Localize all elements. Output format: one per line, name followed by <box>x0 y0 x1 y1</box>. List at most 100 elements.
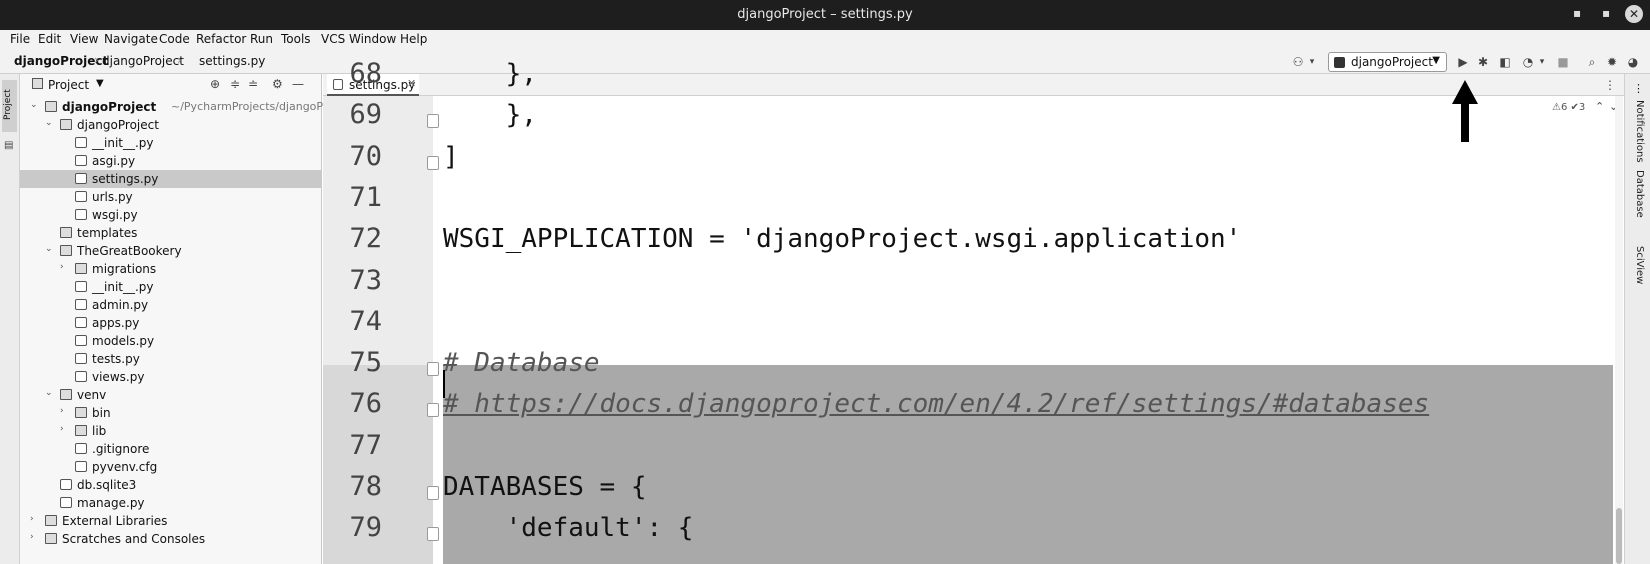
tree-item[interactable]: templates <box>20 224 322 242</box>
minimize-button[interactable]: ▪ <box>1573 6 1581 20</box>
tree-item[interactable]: pyvenv.cfg <box>20 458 322 476</box>
stop-icon[interactable]: ■ <box>1555 54 1571 70</box>
tree-item-label: apps.py <box>92 316 140 330</box>
menu-file[interactable]: File <box>10 32 30 46</box>
menu-code[interactable]: Code <box>159 32 190 46</box>
close-tab-icon[interactable]: ✕ <box>407 77 416 90</box>
menu-tools[interactable]: Tools <box>281 32 311 46</box>
file-icon <box>75 461 87 472</box>
settings-icon[interactable]: ✹ <box>1604 54 1620 70</box>
line-number: 75 <box>349 347 382 378</box>
tree-item[interactable]: › Scratches and Consoles <box>20 530 322 548</box>
chevron-right-icon[interactable]: › <box>60 406 64 416</box>
code-link[interactable]: # https://docs.djangoproject.com/en/4.2/… <box>443 389 1429 419</box>
collapse-all-icon[interactable]: ≐ <box>248 77 258 91</box>
chevron-right-icon[interactable]: › <box>30 514 34 524</box>
plugin-icon[interactable]: ◕ <box>1625 54 1641 70</box>
tree-item[interactable]: › migrations <box>20 260 322 278</box>
file-icon <box>75 317 87 328</box>
chevron-down-icon[interactable]: ⌄ <box>45 388 53 398</box>
menu-edit[interactable]: Edit <box>38 32 61 46</box>
editor-scrollbar[interactable] <box>1615 96 1623 564</box>
menu-refactor[interactable]: Refactor <box>196 32 246 46</box>
tree-item[interactable]: › lib <box>20 422 322 440</box>
tree-item[interactable]: asgi.py <box>20 152 322 170</box>
gear-icon[interactable]: ⚙ <box>272 77 283 91</box>
tree-item-label: Scratches and Consoles <box>62 532 206 546</box>
database-tool-tab[interactable]: Database <box>1634 170 1645 218</box>
chevron-up-icon[interactable]: ⌃ <box>1595 100 1604 113</box>
chevron-down-icon: ▼ <box>1432 55 1440 66</box>
breadcrumb-package[interactable]: djangoProject <box>102 54 184 68</box>
chevron-down-icon[interactable]: ⌄ <box>45 118 53 128</box>
chevron-right-icon[interactable]: › <box>60 262 64 272</box>
window-title: djangoProject – settings.py <box>737 7 913 22</box>
more-icon[interactable]: ⋮ <box>1633 82 1644 95</box>
menu-help[interactable]: Help <box>400 32 427 46</box>
tree-item[interactable]: __init__.py <box>20 278 322 296</box>
expand-all-icon[interactable]: ≑ <box>230 77 240 91</box>
run-icon[interactable]: ▶ <box>1455 54 1471 70</box>
menu-view[interactable]: View <box>70 32 98 46</box>
project-tool-tab[interactable]: Project <box>2 80 17 132</box>
breadcrumb-file[interactable]: settings.py <box>199 54 265 68</box>
code-line: }, <box>443 100 537 130</box>
tree-item-label: db.sqlite3 <box>77 478 137 492</box>
chevron-down-icon[interactable]: ▾ <box>1304 54 1320 70</box>
fold-marker-icon[interactable] <box>427 114 439 128</box>
hide-icon[interactable]: — <box>292 77 304 91</box>
fold-marker-icon[interactable] <box>427 403 439 417</box>
coverage-icon[interactable]: ◧ <box>1497 54 1513 70</box>
tree-item[interactable]: admin.py <box>20 296 322 314</box>
chevron-down-icon[interactable]: ▼ <box>96 78 104 89</box>
tree-item[interactable]: db.sqlite3 <box>20 476 322 494</box>
tree-item[interactable]: ⌄ TheGreatBookery <box>20 242 322 260</box>
fold-marker-icon[interactable] <box>427 156 439 170</box>
debug-icon[interactable]: ✱ <box>1475 54 1491 70</box>
tree-item[interactable]: › External Libraries <box>20 512 322 530</box>
fold-marker-icon[interactable] <box>427 527 439 541</box>
menu-navigate[interactable]: Navigate <box>104 32 158 46</box>
chevron-down-icon[interactable]: ⌄ <box>45 244 53 254</box>
text-caret <box>443 370 445 398</box>
close-button[interactable]: ✕ <box>1625 5 1643 23</box>
tree-item[interactable]: __init__.py <box>20 134 322 152</box>
more-icon[interactable]: ⋮ <box>1604 78 1616 92</box>
locate-icon[interactable]: ⊕ <box>210 77 220 91</box>
chevron-down-icon[interactable]: ▾ <box>1534 54 1550 70</box>
project-panel-title[interactable]: Project <box>48 78 89 92</box>
tree-item[interactable]: tests.py <box>20 350 322 368</box>
tree-item[interactable]: settings.py <box>20 170 322 188</box>
fold-marker-icon[interactable] <box>427 486 439 500</box>
sciview-tool-tab[interactable]: SciView <box>1634 246 1645 284</box>
folder-icon <box>32 78 43 89</box>
tree-item[interactable]: ⌄ djangoProject ~/PycharmProjects/djangoPr… <box>20 98 354 116</box>
bookmarks-icon[interactable]: ▤ <box>4 140 13 151</box>
scrollbar-thumb[interactable] <box>1616 508 1622 564</box>
menu-window[interactable]: Window <box>349 32 396 46</box>
tree-item[interactable]: ⌄ djangoProject <box>20 116 322 134</box>
tree-item[interactable]: wsgi.py <box>20 206 322 224</box>
chevron-down-icon[interactable]: ⌄ <box>30 100 38 110</box>
search-icon[interactable]: ⌕ <box>1584 54 1600 70</box>
maximize-button[interactable]: ▪ <box>1602 6 1610 20</box>
tree-item[interactable]: models.py <box>20 332 322 350</box>
tree-item[interactable]: .gitignore <box>20 440 322 458</box>
tree-item[interactable]: ⌄ venv <box>20 386 322 404</box>
menu-vcs[interactable]: VCS <box>321 32 345 46</box>
chevron-right-icon[interactable]: › <box>30 532 34 542</box>
notifications-tool-tab[interactable]: Notifications <box>1634 100 1645 163</box>
tree-item[interactable]: apps.py <box>20 314 322 332</box>
tree-item[interactable]: › bin <box>20 404 322 422</box>
line-number: 78 <box>349 471 382 502</box>
chevron-right-icon[interactable]: › <box>60 424 64 434</box>
tree-item[interactable]: views.py <box>20 368 322 386</box>
tree-item[interactable]: urls.py <box>20 188 322 206</box>
tree-item-label: External Libraries <box>62 514 168 528</box>
tree-item[interactable]: manage.py <box>20 494 322 512</box>
tree-item-label: djangoProject <box>62 100 157 114</box>
run-configuration-selector[interactable]: djangoProject ▼ <box>1328 52 1447 72</box>
menu-run[interactable]: Run <box>250 32 273 46</box>
inspections-widget[interactable]: ⚠6 ✔3 <box>1552 102 1585 113</box>
fold-marker-icon[interactable] <box>427 362 439 376</box>
